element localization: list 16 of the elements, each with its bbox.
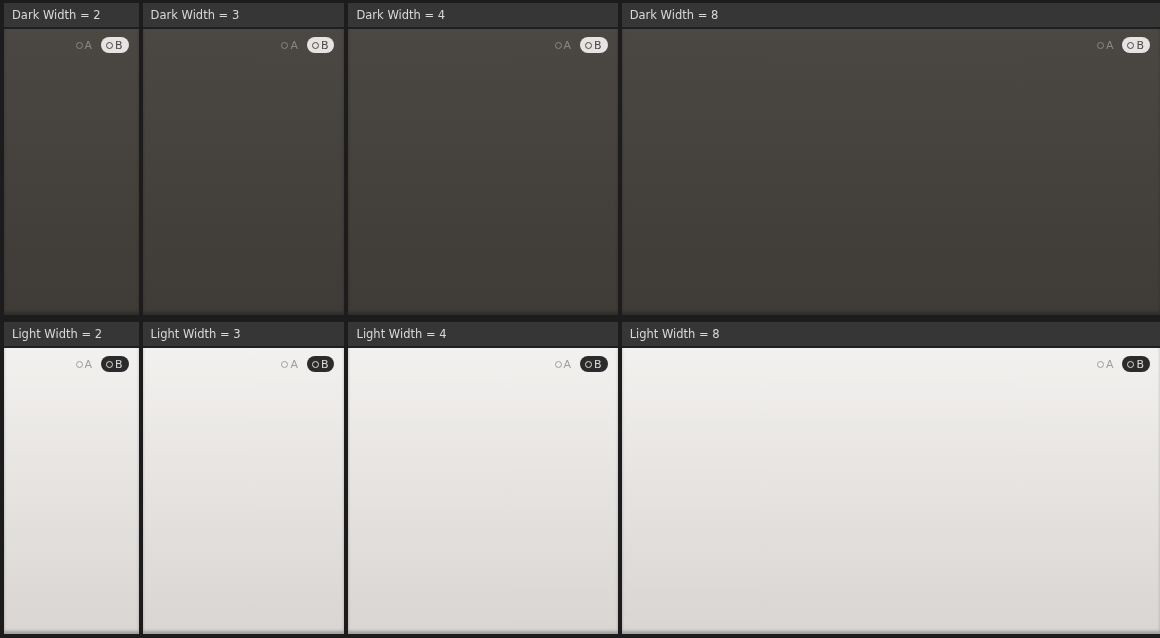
toggle-option[interactable]: B xyxy=(580,356,608,372)
panel-title: Light Width = 3 xyxy=(150,327,241,341)
panel-title: Light Width = 2 xyxy=(12,327,103,341)
toggle-option[interactable]: B xyxy=(306,356,335,372)
panel-title: Light Width = 8 xyxy=(629,327,720,341)
toggle-option[interactable]: B xyxy=(101,37,129,53)
toggle-option[interactable]: B xyxy=(1122,356,1150,372)
toggle-option[interactable]: B xyxy=(101,356,129,372)
panel-title: Dark Width = 8 xyxy=(629,8,719,22)
panel-title: Dark Width = 4 xyxy=(356,8,446,22)
toggle-option[interactable]: B xyxy=(306,37,335,53)
toggle-option[interactable]: B xyxy=(1122,37,1150,53)
panel-title: Dark Width = 2 xyxy=(12,8,101,22)
panel-title: Dark Width = 3 xyxy=(150,8,240,22)
panel-title: Light Width = 4 xyxy=(356,327,447,341)
toggle-option[interactable]: B xyxy=(580,37,608,53)
